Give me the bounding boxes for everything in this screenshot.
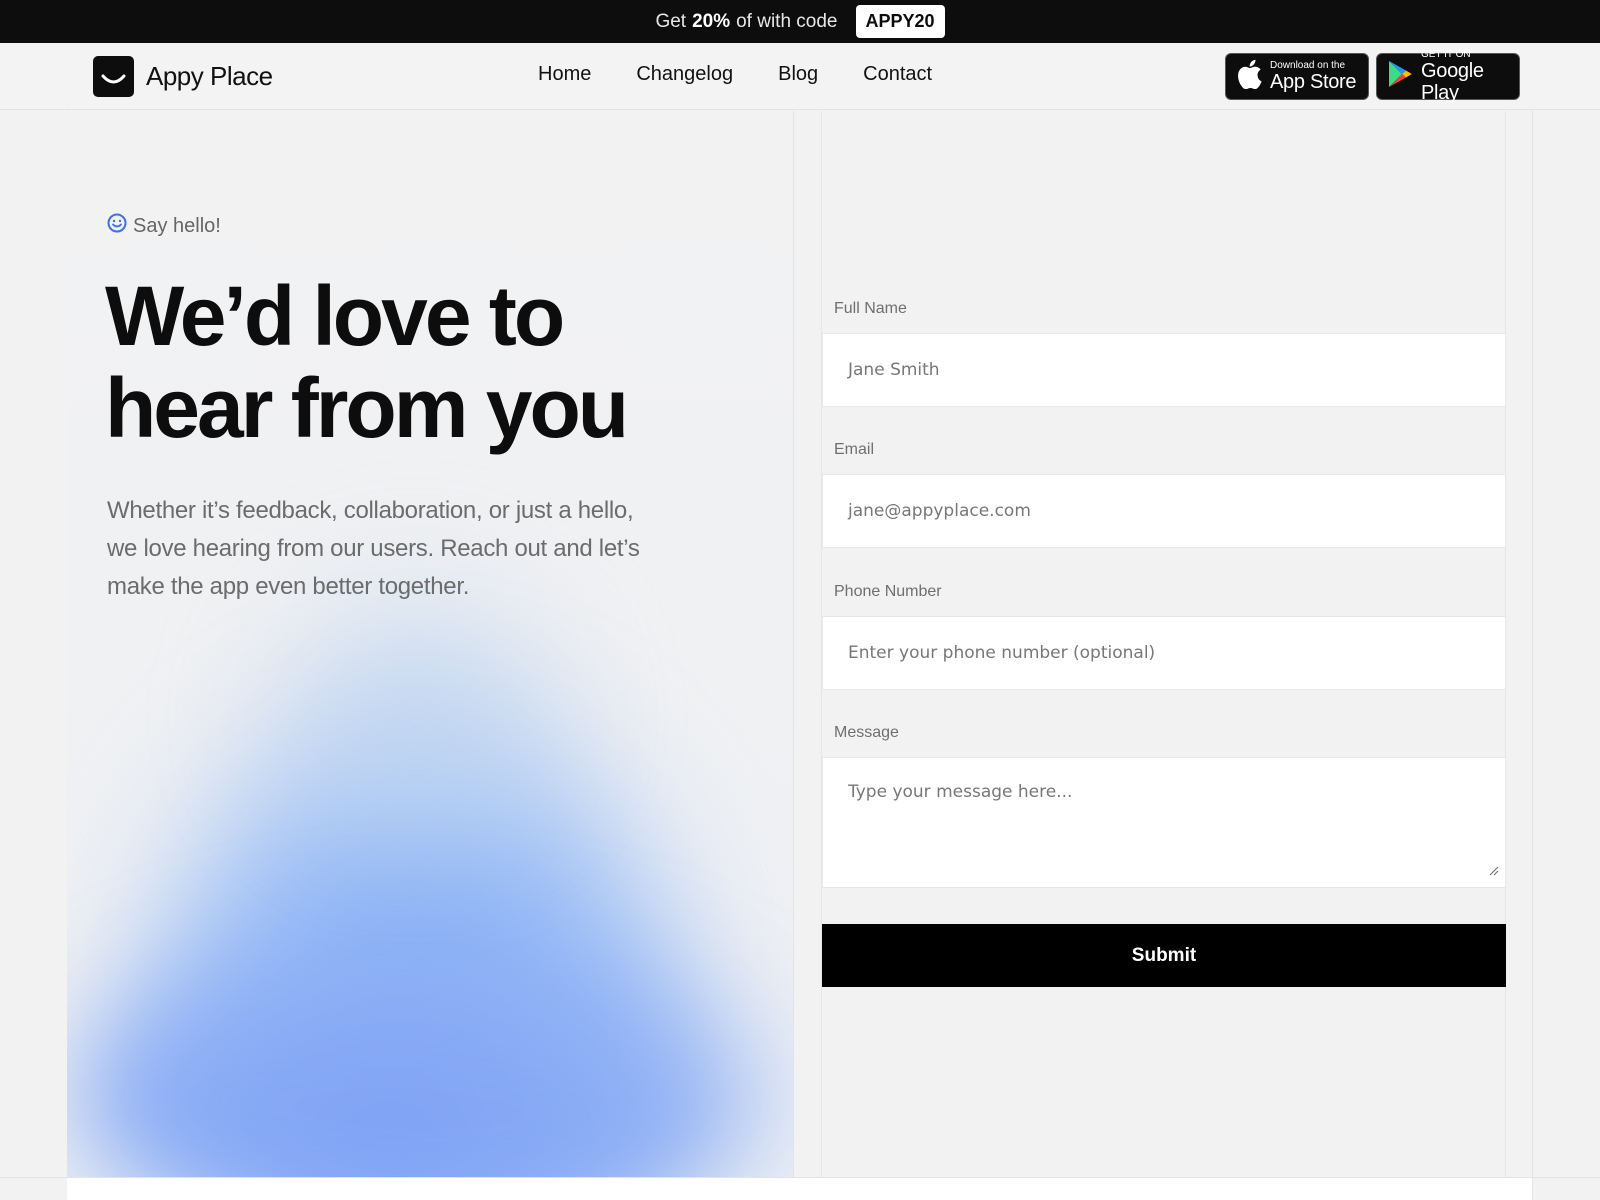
message-textarea[interactable]: Type your message here...	[822, 757, 1506, 888]
app-store-button[interactable]: Download on the App Store	[1225, 53, 1369, 100]
promo-percent: 20%	[692, 10, 731, 32]
footer-strip	[67, 1178, 1532, 1200]
app-store-small: Download on the	[1270, 60, 1346, 71]
phone-placeholder: Enter your phone number (optional)	[848, 643, 1156, 663]
message-placeholder: Type your message here...	[848, 782, 1073, 802]
site-header: Appy Place Home Changelog Blog Contact D…	[0, 43, 1600, 110]
brand-name: Appy Place	[146, 61, 273, 91]
resize-handle-icon[interactable]	[1487, 861, 1499, 881]
google-play-small: GET IT ON	[1421, 49, 1471, 60]
nav-home[interactable]: Home	[538, 63, 591, 86]
apple-icon	[1236, 59, 1262, 94]
hero-description: Whether it’s feedback, collaboration, or…	[107, 497, 640, 600]
app-store-big: App Store	[1270, 71, 1357, 93]
promo-prefix: Get	[655, 10, 687, 32]
email-field[interactable]: jane@appyplace.com	[822, 474, 1506, 548]
message-label: Message	[834, 724, 899, 741]
full-name-label: Full Name	[834, 300, 907, 317]
smiley-icon	[107, 213, 127, 239]
email-value: jane@appyplace.com	[848, 501, 1031, 521]
email-label: Email	[834, 441, 875, 458]
nav-blog[interactable]: Blog	[778, 63, 818, 86]
nav-contact[interactable]: Contact	[863, 63, 932, 86]
say-hello-eyebrow: Say hello!	[107, 213, 221, 239]
smile-logo-icon	[93, 56, 134, 97]
main-nav: Home Changelog Blog Contact	[538, 63, 932, 86]
guide-line	[1532, 43, 1533, 1200]
promo-suffix: of with code	[736, 10, 838, 32]
full-name-value: Jane Smith	[848, 360, 940, 380]
google-play-icon	[1387, 60, 1413, 93]
google-play-big: Google Play	[1421, 60, 1484, 104]
full-name-field[interactable]: Jane Smith	[822, 333, 1506, 407]
google-play-button[interactable]: GET IT ON Google Play	[1376, 49, 1520, 104]
promo-bar: Get 20% of with code APPY20	[0, 0, 1600, 43]
submit-button[interactable]: Submit	[822, 924, 1506, 987]
promo-code-badge[interactable]: APPY20	[855, 5, 945, 38]
contact-form: Full Name Jane Smith Email jane@appyplac…	[821, 111, 1506, 1177]
phone-field[interactable]: Enter your phone number (optional)	[822, 616, 1506, 690]
nav-changelog[interactable]: Changelog	[636, 63, 733, 86]
brand-logo[interactable]: Appy Place	[93, 56, 273, 97]
eyebrow-text: Say hello!	[133, 214, 221, 237]
page-title: We’d love to hear from you	[105, 269, 629, 455]
phone-label: Phone Number	[834, 583, 942, 600]
